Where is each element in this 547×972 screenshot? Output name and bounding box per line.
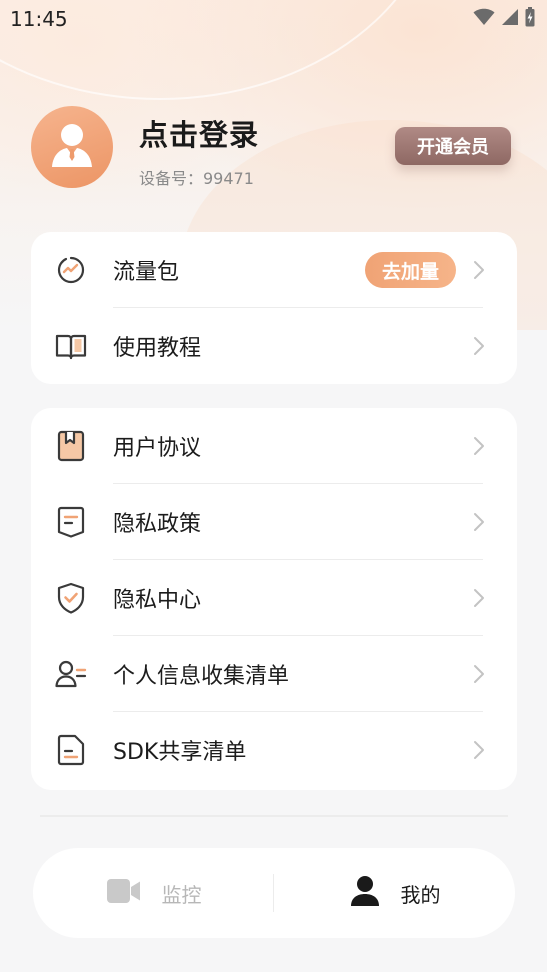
menu-item-label: 用户协议 <box>113 436 202 461</box>
bookmark-doc-icon <box>55 430 87 462</box>
tab-monitor[interactable]: 监控 <box>33 848 274 938</box>
tab-mine[interactable]: 我的 <box>274 848 515 938</box>
policy-card: 用户协议 隐私政策 隐私中心 个人信息收集清单 SDK共享清单 <box>31 408 517 790</box>
device-id: 设备号：99471 <box>139 169 254 188</box>
person-icon <box>349 875 381 911</box>
avatar[interactable] <box>31 106 113 188</box>
menu-item-personal-info-list[interactable]: 个人信息收集清单 <box>31 636 517 712</box>
battery-charging-icon <box>525 7 535 31</box>
status-time: 11:45 <box>10 7 68 31</box>
policy-doc-icon <box>55 506 87 538</box>
menu-item-label: 隐私中心 <box>113 588 202 613</box>
add-traffic-button[interactable]: 去加量 <box>365 252 456 288</box>
menu-item-privacy-center[interactable]: 隐私中心 <box>31 560 517 636</box>
menu-item-label: 隐私政策 <box>113 512 202 537</box>
shield-check-icon <box>55 582 87 614</box>
menu-item-sdk-share-list[interactable]: SDK共享清单 <box>31 712 517 788</box>
menu-item-tutorial[interactable]: 使用教程 <box>31 308 517 384</box>
menu-item-label: SDK共享清单 <box>113 740 247 765</box>
status-bar: 11:45 <box>0 0 547 38</box>
book-icon <box>55 330 87 362</box>
bottom-separator <box>40 815 508 817</box>
status-icons <box>473 7 535 31</box>
traffic-icon <box>55 254 87 286</box>
user-list-icon <box>55 658 87 690</box>
tab-label: 监控 <box>161 882 202 907</box>
service-card: 流量包 去加量 使用教程 <box>31 232 517 384</box>
chevron-right-icon <box>469 510 489 534</box>
chevron-right-icon <box>469 258 489 282</box>
menu-item-user-agreement[interactable]: 用户协议 <box>31 408 517 484</box>
user-avatar-icon <box>46 119 98 175</box>
open-vip-button[interactable]: 开通会员 <box>395 127 511 165</box>
menu-item-label: 流量包 <box>113 260 180 285</box>
menu-item-label: 个人信息收集清单 <box>113 664 290 689</box>
chevron-right-icon <box>469 738 489 762</box>
menu-item-label: 使用教程 <box>113 336 202 361</box>
chevron-right-icon <box>469 434 489 458</box>
tab-label: 我的 <box>400 882 441 907</box>
wifi-icon <box>473 8 495 30</box>
menu-item-traffic[interactable]: 流量包 去加量 <box>31 232 517 308</box>
signal-icon <box>501 8 519 30</box>
chevron-right-icon <box>469 586 489 610</box>
video-camera-icon <box>106 878 142 908</box>
profile-header: 点击登录 设备号：99471 开通会员 <box>0 100 547 200</box>
bottom-tab-bar: 监控 我的 <box>33 848 515 938</box>
login-title[interactable]: 点击登录 <box>139 112 259 154</box>
chevron-right-icon <box>469 334 489 358</box>
chevron-right-icon <box>469 662 489 686</box>
file-list-icon <box>55 734 87 766</box>
menu-item-privacy-policy[interactable]: 隐私政策 <box>31 484 517 560</box>
